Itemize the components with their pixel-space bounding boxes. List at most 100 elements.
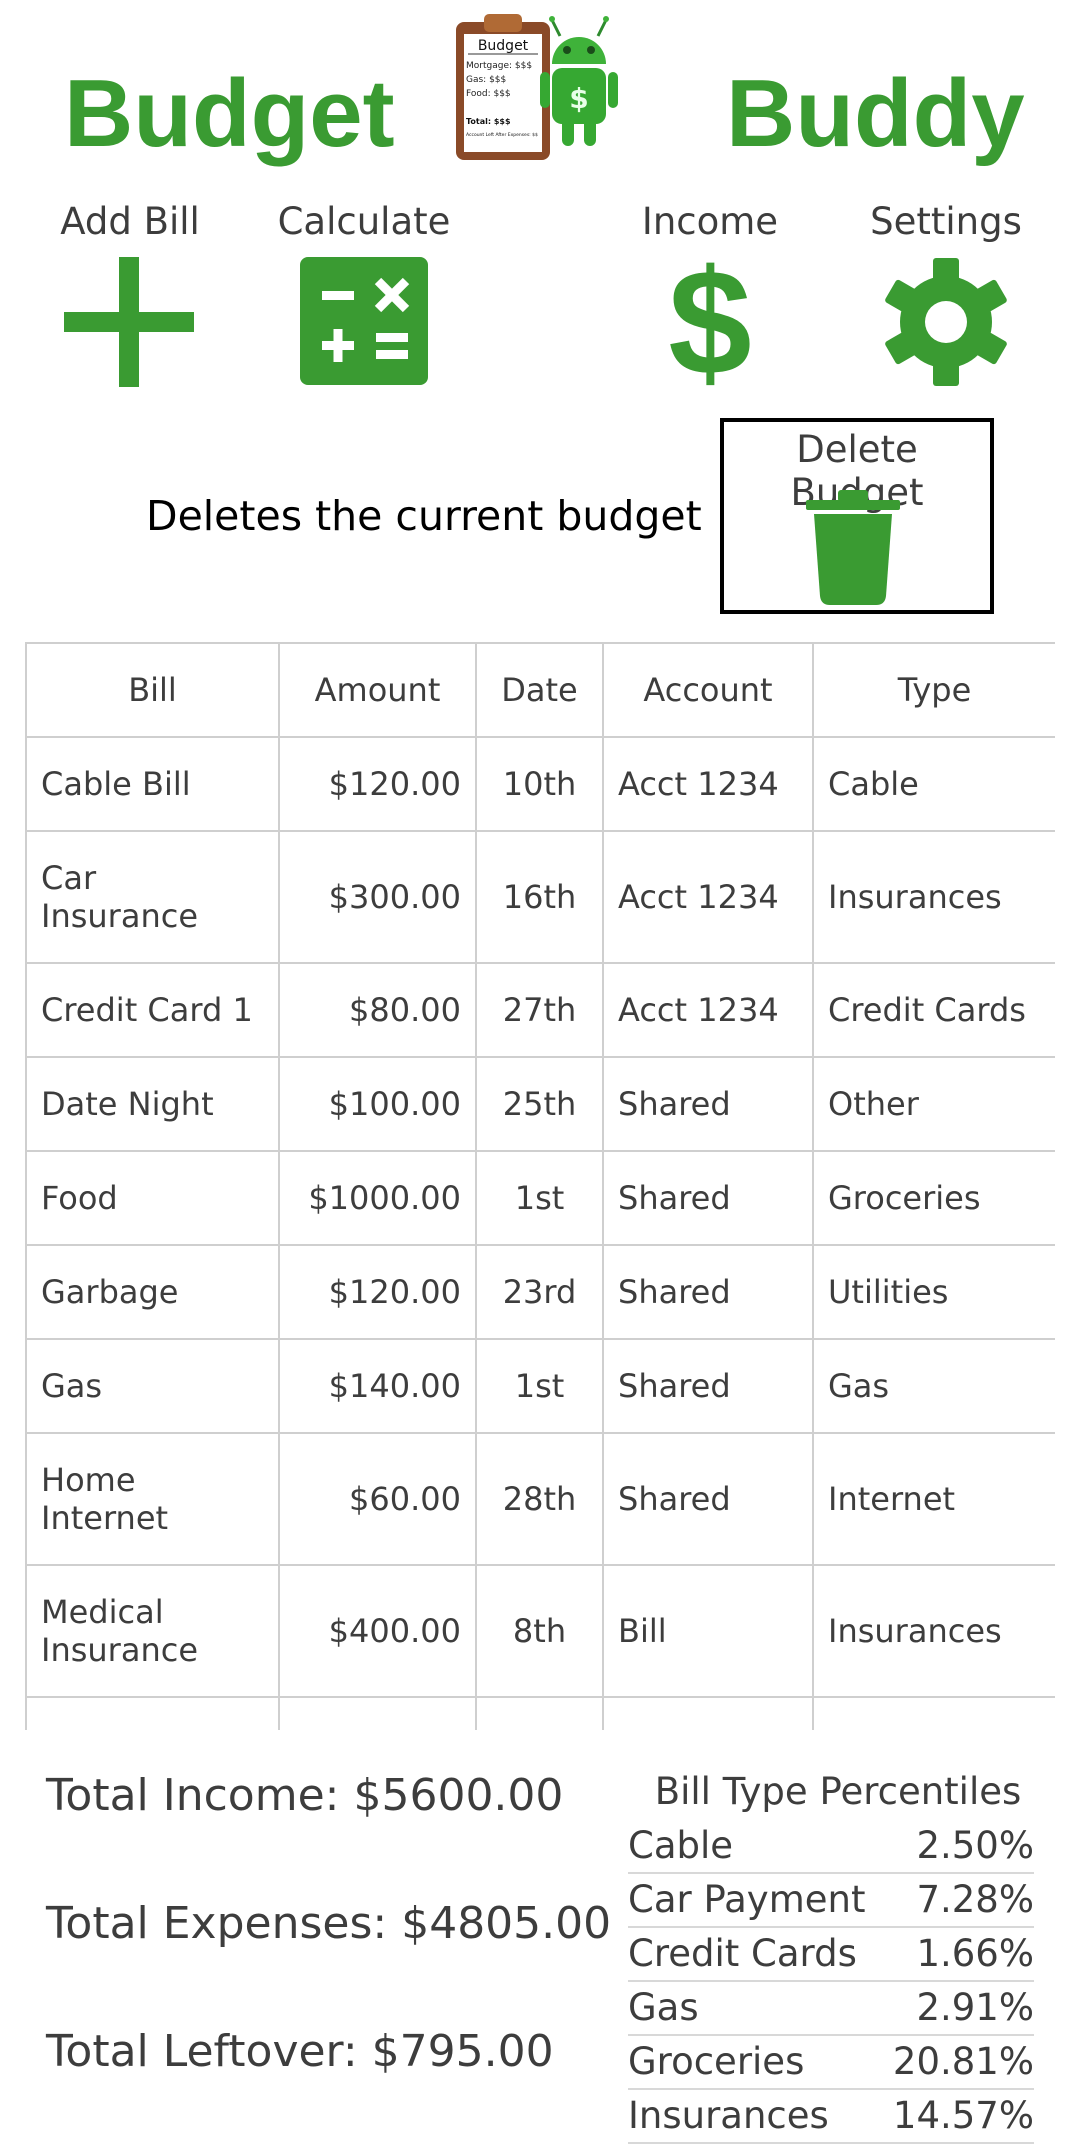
logo-card-footnote: Account Left After Expenses: $$	[466, 132, 538, 138]
total-leftover: Total Leftover: $795.00	[46, 2026, 554, 2077]
bill-amount	[278, 1696, 477, 1730]
bill-date: 1st	[475, 1150, 604, 1246]
table-row[interactable]: Cable Bill $120.00 10th Acct 1234 Cable	[25, 736, 1055, 832]
bill-account: Bill	[602, 1564, 814, 1698]
logo-card-line: Gas: $$$	[466, 75, 506, 85]
percentile-value: 7.28%	[916, 1878, 1034, 1921]
percentile-value: 1.66%	[916, 1932, 1034, 1975]
percentile-type: Insurances	[628, 2094, 829, 2137]
table-row[interactable]	[25, 1696, 1055, 1730]
table-row[interactable]: Food $1000.00 1st Shared Groceries	[25, 1150, 1055, 1246]
percentile-type: Groceries	[628, 2040, 805, 2083]
table-row[interactable]: Garbage $120.00 23rd Shared Utilities	[25, 1244, 1055, 1340]
income-button[interactable]: Income $	[600, 200, 820, 406]
delete-description: Deletes the current budget	[146, 492, 702, 540]
column-header-bill[interactable]: Bill	[25, 642, 280, 738]
bill-name: Food	[25, 1150, 280, 1246]
bill-date: 27th	[475, 962, 604, 1058]
percentile-row: Gas 2.91%	[628, 1982, 1034, 2036]
settings-label: Settings	[870, 200, 1022, 243]
column-header-type[interactable]: Type	[812, 642, 1055, 738]
trash-icon	[806, 490, 900, 605]
add-bill-button[interactable]: Add Bill	[20, 200, 240, 387]
income-label: Income	[641, 200, 779, 243]
bill-account: Shared	[602, 1150, 814, 1246]
column-header-date[interactable]: Date	[475, 642, 604, 738]
bill-type: Internet	[812, 1432, 1055, 1566]
gear-icon	[885, 258, 1007, 386]
bill-name: Credit Card 1	[25, 962, 280, 1058]
table-row[interactable]: Car Insurance $300.00 16th Acct 1234 Ins…	[25, 830, 1055, 964]
bill-amount: $80.00	[278, 962, 477, 1058]
bill-date: 23rd	[475, 1244, 604, 1340]
total-expenses: Total Expenses: $4805.00	[46, 1898, 612, 1949]
bill-date: 1st	[475, 1338, 604, 1434]
percentile-type: Gas	[628, 1986, 699, 2029]
percentile-value: 20.81%	[892, 2040, 1034, 2083]
table-row[interactable]: Home Internet $60.00 28th Shared Interne…	[25, 1432, 1055, 1566]
bill-name: Cable Bill	[25, 736, 280, 832]
percentile-value: 2.50%	[916, 1824, 1034, 1867]
table-row[interactable]: Credit Card 1 $80.00 27th Acct 1234 Cred…	[25, 962, 1055, 1058]
delete-budget-button[interactable]: Delete Budget	[720, 418, 994, 614]
logo-card-line: Mortgage: $$$	[466, 61, 532, 71]
logo-dollar-sign: $	[569, 82, 588, 115]
bill-name: Medical Insurance	[25, 1564, 280, 1698]
bill-type	[812, 1696, 1055, 1730]
bill-name: Date Night	[25, 1056, 280, 1152]
bill-type: Gas	[812, 1338, 1055, 1434]
bill-account: Acct 1234	[602, 736, 814, 832]
logo-card-title: Budget	[478, 38, 529, 54]
app-title-right: Buddy	[726, 60, 1025, 167]
percentile-type: Credit Cards	[628, 1932, 857, 1975]
percentile-type: Car Payment	[628, 1878, 866, 1921]
bill-date: 28th	[475, 1432, 604, 1566]
table-row[interactable]: Gas $140.00 1st Shared Gas	[25, 1338, 1055, 1434]
bill-date: 25th	[475, 1056, 604, 1152]
percentile-value: 2.91%	[916, 1986, 1034, 2029]
calculate-button[interactable]: Calculate	[254, 200, 474, 385]
app-title-left: Budget	[64, 60, 395, 167]
percentile-row: Groceries 20.81%	[628, 2036, 1034, 2090]
bill-account: Shared	[602, 1338, 814, 1434]
bill-account: Acct 1234	[602, 830, 814, 964]
column-header-amount[interactable]: Amount	[278, 642, 477, 738]
bill-account: Shared	[602, 1432, 814, 1566]
logo-card-total: Total: $$$	[466, 117, 511, 126]
logo-card-line: Food: $$$	[466, 89, 511, 99]
bill-date: 16th	[475, 830, 604, 964]
bill-name: Gas	[25, 1338, 280, 1434]
percentiles-title: Bill Type Percentiles	[654, 1770, 1022, 1813]
bill-type: Cable	[812, 736, 1055, 832]
percentile-row: Cable 2.50%	[628, 1820, 1034, 1874]
bill-amount: $120.00	[278, 1244, 477, 1340]
percentile-row: Car Payment 7.28%	[628, 1874, 1034, 1928]
bills-table: Bill Amount Date Account Type Cable Bill…	[25, 642, 1055, 1730]
bills-table-scroll[interactable]: Bill Amount Date Account Type Cable Bill…	[25, 642, 1055, 1730]
column-header-account[interactable]: Account	[602, 642, 814, 738]
bill-account: Shared	[602, 1244, 814, 1340]
add-bill-label: Add Bill	[60, 200, 200, 243]
dollar-icon: $	[668, 238, 752, 406]
settings-button[interactable]: Settings	[836, 200, 1056, 387]
calculate-label: Calculate	[277, 200, 451, 243]
bill-amount: $100.00	[278, 1056, 477, 1152]
percentile-row: Credit Cards 1.66%	[628, 1928, 1034, 1982]
bill-name	[25, 1696, 280, 1730]
bill-name: Home Internet	[25, 1432, 280, 1566]
bill-date: 10th	[475, 736, 604, 832]
bill-account: Acct 1234	[602, 962, 814, 1058]
table-row[interactable]: Medical Insurance $400.00 8th Bill Insur…	[25, 1564, 1055, 1698]
table-row[interactable]: Date Night $100.00 25th Shared Other	[25, 1056, 1055, 1152]
bill-type: Insurances	[812, 830, 1055, 964]
bill-account: Shared	[602, 1056, 814, 1152]
bill-account	[602, 1696, 814, 1730]
app-logo: Budget Mortgage: $$$ Gas: $$$ Food: $$$ …	[448, 6, 630, 166]
calculator-icon	[300, 257, 428, 385]
bill-amount: $60.00	[278, 1432, 477, 1566]
total-income: Total Income: $5600.00	[46, 1770, 564, 1821]
percentiles-list[interactable]: Cable 2.50% Car Payment 7.28% Credit Cards…	[628, 1820, 1034, 2144]
bill-date	[475, 1696, 604, 1730]
bill-amount: $400.00	[278, 1564, 477, 1698]
percentile-value: 14.57%	[892, 2094, 1034, 2137]
